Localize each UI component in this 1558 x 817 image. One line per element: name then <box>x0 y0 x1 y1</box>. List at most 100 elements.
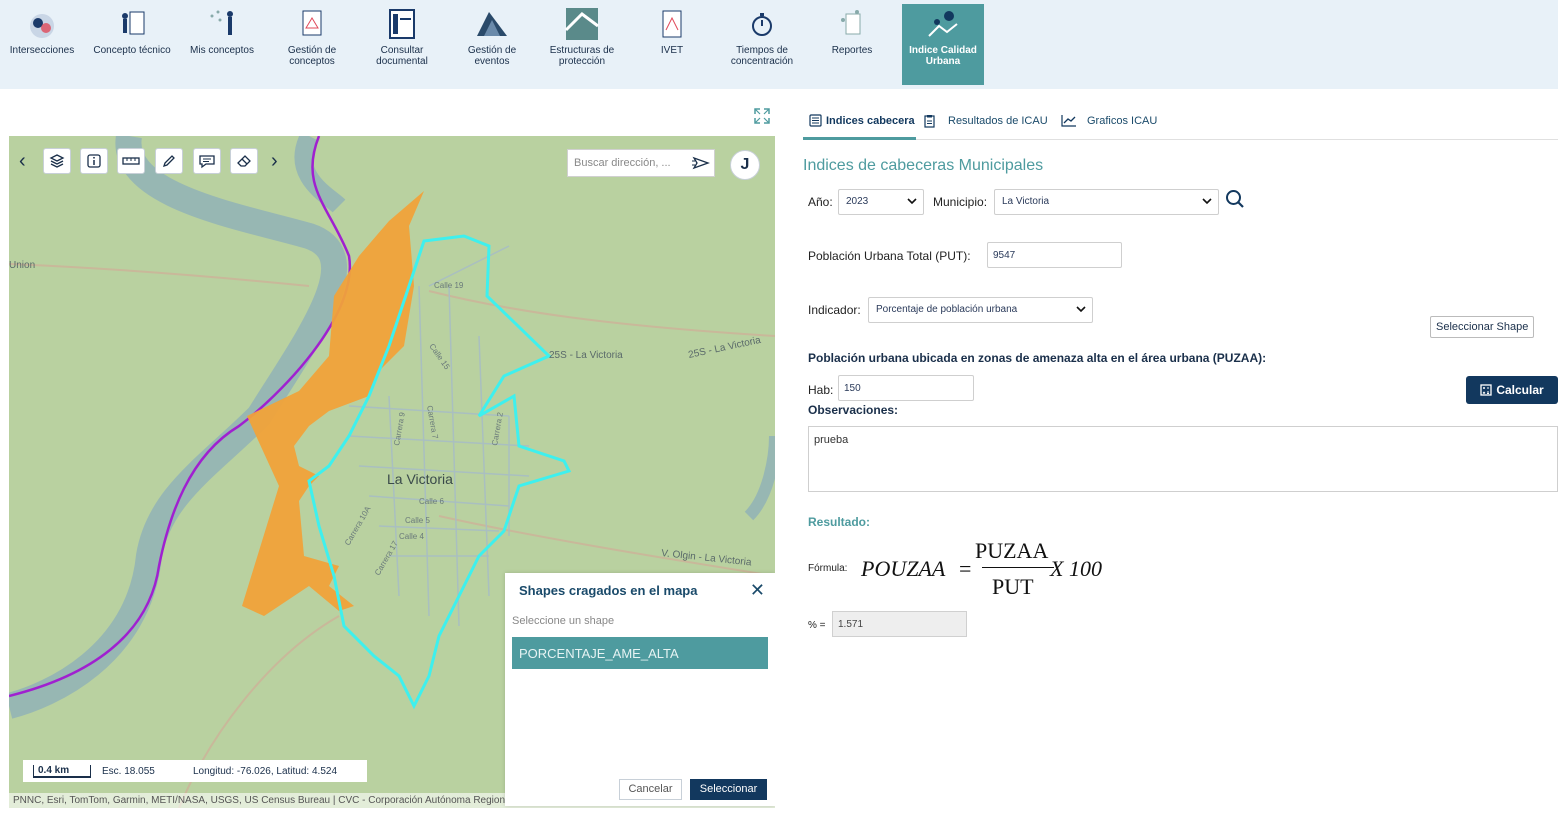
list-icon <box>809 114 822 127</box>
put-label: Población Urbana Total (PUT): <box>808 249 971 263</box>
resultado-label: Resultado: <box>808 515 871 529</box>
tab-resultados-icau[interactable]: Resultados de ICAU <box>923 114 1048 128</box>
nav-mis-conceptos[interactable]: Mis conceptos <box>181 4 263 85</box>
protection-structures-icon <box>564 8 599 40</box>
measure-button[interactable] <box>117 148 145 174</box>
street-label: Calle 15 <box>427 342 452 372</box>
nav-consultar-documental[interactable]: Consultar documental <box>361 4 443 85</box>
pencil-icon <box>162 155 175 168</box>
my-concepts-icon <box>210 10 233 35</box>
top-navigation: Intersecciones Concepto técnico Mis conc… <box>0 0 1558 89</box>
event-management-icon <box>477 12 507 36</box>
street-label: Carrera 17 <box>373 539 400 577</box>
map-view[interactable]: 25S - La Victoria 25S - La Victoria Unio… <box>9 136 775 808</box>
nav-tiempos-concentracion[interactable]: Tiempos de concentración <box>721 4 803 85</box>
concept-management-icon <box>302 10 322 36</box>
tab-indices-cabecera[interactable]: Indices cabecera <box>809 114 915 127</box>
nav-estructuras-proteccion[interactable]: Estructuras de protección <box>541 4 623 85</box>
nav-gestion-eventos[interactable]: Gestión de eventos <box>451 4 533 85</box>
road-label-union: Union <box>9 260 35 271</box>
layers-icon <box>49 154 65 168</box>
document-query-icon <box>389 9 415 39</box>
year-label: Año: <box>808 195 833 209</box>
hab-input[interactable]: 150 <box>838 375 974 401</box>
nav-concepto-tecnico[interactable]: Concepto técnico <box>91 4 173 85</box>
tab-bar: Indices cabecera Resultados de ICAU Graf… <box>803 110 1558 140</box>
street-label: Carrera 9 <box>392 411 407 446</box>
street-label: Carrera 2 <box>490 411 505 446</box>
nav-indice-calidad-urbana[interactable]: Indice Calidad Urbana <box>902 4 984 85</box>
street-label: Calle 4 <box>399 532 424 541</box>
formula-equals: = <box>959 556 972 581</box>
urban-quality-icon <box>928 11 958 37</box>
street-label: Calle 5 <box>405 516 430 525</box>
comment-icon <box>199 155 215 169</box>
observaciones-label: Observaciones: <box>808 403 899 417</box>
scale-bar: 0.4 km Esc. 18.055 Longitud: -76.026, La… <box>23 760 367 782</box>
coordinates-readout: Longitud: -76.026, Latitud: 4.524 <box>193 766 338 777</box>
chevron-down-icon <box>1076 306 1086 313</box>
street-label: Calle 19 <box>434 281 464 290</box>
eraser-icon <box>237 155 251 167</box>
select-shape-button[interactable]: Seleccionar Shape <box>1430 316 1535 338</box>
active-tab-indicator <box>803 137 916 140</box>
scale-km: 0.4 km <box>33 765 91 778</box>
formula-label: Fórmula: <box>808 563 848 574</box>
clipboard-icon <box>924 115 935 128</box>
send-icon[interactable] <box>692 156 710 170</box>
municipio-select[interactable]: La Victoria <box>994 189 1219 215</box>
draw-button[interactable] <box>155 148 183 174</box>
avatar[interactable]: J <box>730 150 760 180</box>
expand-icon[interactable] <box>753 107 771 125</box>
formula-fraction-bar <box>982 567 1054 568</box>
pct-label: % = <box>808 620 826 631</box>
select-button[interactable]: Seleccionar <box>690 779 767 800</box>
formula-denominator: PUT <box>992 574 1034 599</box>
calcular-button[interactable]: Calcular <box>1466 376 1558 404</box>
town-label: La Victoria <box>387 471 453 487</box>
municipio-label: Municipio: <box>933 195 988 209</box>
comment-button[interactable] <box>193 148 221 174</box>
eraser-button[interactable] <box>230 148 258 174</box>
chevron-down-icon <box>907 198 917 205</box>
put-input[interactable]: 9547 <box>987 242 1122 268</box>
chevron-left-icon[interactable]: ‹ <box>19 150 26 173</box>
info-icon <box>87 154 101 168</box>
pct-output: 1.571 <box>832 611 967 637</box>
street-label: Calle 6 <box>419 497 444 506</box>
nav-gestion-conceptos[interactable]: Gestión de conceptos <box>271 4 353 85</box>
shape-list-item[interactable]: PORCENTAJE_AME_ALTA <box>512 637 768 669</box>
year-select[interactable]: 2023 <box>838 189 924 215</box>
nav-reportes[interactable]: Reportes <box>811 4 893 85</box>
nav-intersecciones[interactable]: Intersecciones <box>1 4 83 85</box>
ivet-icon <box>662 10 682 38</box>
cancel-button[interactable]: Cancelar <box>619 779 682 800</box>
map-search-input[interactable]: Buscar dirección, ... <box>567 149 715 177</box>
indicador-label: Indicador: <box>808 303 861 317</box>
formula-rhs: X 100 <box>1050 556 1102 581</box>
reports-icon <box>841 10 861 35</box>
observaciones-textarea[interactable]: prueba <box>808 426 1558 492</box>
ruler-icon <box>122 157 140 165</box>
nav-ivet[interactable]: IVET <box>631 4 713 85</box>
close-icon[interactable]: ✕ <box>750 580 765 601</box>
tab-graficos-icau[interactable]: Graficos ICAU <box>1061 114 1157 127</box>
info-button[interactable] <box>80 148 108 174</box>
shapes-panel-title: Shapes cragados en el mapa <box>519 583 698 598</box>
search-icon[interactable] <box>1225 189 1245 209</box>
page-title: Indices de cabeceras Municipales <box>803 157 1044 174</box>
chevron-down-icon <box>1202 198 1212 205</box>
puzaa-label: Población urbana ubicada en zonas de ame… <box>808 351 1267 365</box>
stopwatch-icon <box>752 13 772 36</box>
road-label-25s-2: 25S - La Victoria <box>687 335 762 361</box>
hab-label: Hab: <box>808 383 834 397</box>
layers-button[interactable] <box>43 148 71 174</box>
intersections-icon <box>30 14 54 38</box>
shapes-panel-subtitle: Seleccione un shape <box>512 615 615 627</box>
chevron-right-icon[interactable]: › <box>271 150 278 173</box>
technical-concept-icon <box>122 11 145 35</box>
indicador-select[interactable]: Porcentaje de población urbana <box>868 297 1093 323</box>
shapes-panel: Shapes cragados en el mapa ✕ Seleccione … <box>505 573 775 806</box>
calculator-icon <box>1480 384 1492 396</box>
road-label-25s-1: 25S - La Victoria <box>549 350 623 361</box>
